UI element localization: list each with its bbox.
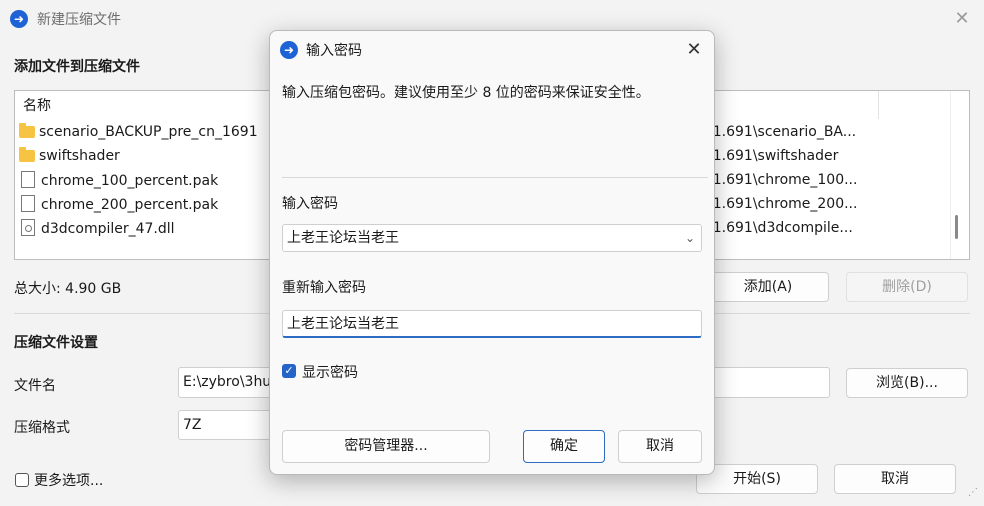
password-label: 输入密码 — [282, 196, 338, 212]
list-item[interactable]: swiftshader — [19, 144, 279, 168]
list-header-name[interactable]: 名称 — [23, 95, 51, 115]
settings-heading: 压缩文件设置 — [14, 335, 98, 351]
dll-file-icon — [21, 219, 35, 236]
folder-icon — [19, 123, 35, 138]
item-name: chrome_100_percent.pak — [41, 173, 219, 189]
item-path: r1.691\chrome_200... — [707, 196, 858, 212]
folder-icon — [19, 147, 35, 162]
total-size: 总大小: 4.90 GB — [14, 281, 122, 297]
list-item[interactable]: d3dcompiler_47.dll — [19, 216, 279, 240]
file-icon — [21, 171, 35, 188]
item-path: r1.691\scenario_BA... — [707, 124, 857, 140]
dialog-cancel-button[interactable]: 取消 — [618, 430, 702, 463]
item-path: r1.691\d3dcompile... — [707, 220, 853, 236]
app-logo-icon: ➜ — [10, 10, 28, 28]
column-divider — [878, 91, 879, 119]
delete-button[interactable]: 删除(D) — [846, 272, 968, 302]
show-password-label[interactable]: 显示密码 — [302, 362, 358, 382]
reenter-input[interactable]: 上老王论坛当老王 — [282, 310, 702, 338]
path-column: r1.691\scenario_BA... r1.691\swiftshader… — [707, 120, 877, 240]
dialog-description: 输入压缩包密码。建议使用至少 8 位的密码来保证安全性。 — [282, 85, 650, 101]
main-window-title: 新建压缩文件 — [37, 12, 121, 28]
dialog-divider — [282, 177, 708, 178]
ok-button[interactable]: 确定 — [523, 430, 605, 463]
list-item[interactable]: scenario_BACKUP_pre_cn_1691 — [19, 120, 279, 144]
add-button[interactable]: 添加(A) — [707, 272, 829, 302]
file-rows: scenario_BACKUP_pre_cn_1691 swiftshader … — [19, 120, 279, 240]
format-label: 压缩格式 — [14, 420, 70, 436]
item-path: r1.691\chrome_100... — [707, 172, 858, 188]
main-close-icon[interactable]: ✕ — [952, 9, 972, 29]
list-item[interactable]: chrome_200_percent.pak — [19, 192, 279, 216]
password-input[interactable]: 上老王论坛当老王 ⌄ — [282, 224, 702, 252]
more-options-label[interactable]: 更多选项... — [34, 470, 103, 490]
dialog-close-icon[interactable]: ✕ — [684, 40, 704, 60]
password-manager-button[interactable]: 密码管理器... — [282, 430, 490, 463]
dialog-logo-icon: ➜ — [280, 41, 298, 59]
scrollbar-thumb[interactable] — [955, 215, 958, 239]
item-name: chrome_200_percent.pak — [41, 197, 219, 213]
scrollbar-track[interactable] — [950, 91, 951, 259]
resize-grip-icon[interactable]: ⋰ — [968, 488, 978, 498]
item-path: r1.691\swiftshader — [707, 148, 839, 164]
list-item[interactable]: chrome_100_percent.pak — [19, 168, 279, 192]
dialog-title: 输入密码 — [306, 43, 362, 59]
password-dialog: ➜ 输入密码 ✕ 输入压缩包密码。建议使用至少 8 位的密码来保证安全性。 输入… — [269, 30, 715, 475]
password-value: 上老王论坛当老王 — [287, 230, 399, 246]
show-password-checkbox[interactable]: ✓ — [282, 364, 296, 378]
chevron-down-icon[interactable]: ⌄ — [685, 225, 695, 251]
cancel-button[interactable]: 取消 — [834, 464, 956, 494]
reenter-label: 重新输入密码 — [282, 280, 366, 296]
filename-label: 文件名 — [14, 378, 56, 394]
add-files-heading: 添加文件到压缩文件 — [14, 59, 140, 75]
item-name: swiftshader — [39, 148, 120, 164]
more-options-checkbox[interactable] — [15, 473, 29, 487]
item-name: scenario_BACKUP_pre_cn_1691 — [39, 124, 258, 140]
file-icon — [21, 195, 35, 212]
browse-button[interactable]: 浏览(B)... — [846, 368, 968, 398]
item-name: d3dcompiler_47.dll — [41, 221, 175, 237]
